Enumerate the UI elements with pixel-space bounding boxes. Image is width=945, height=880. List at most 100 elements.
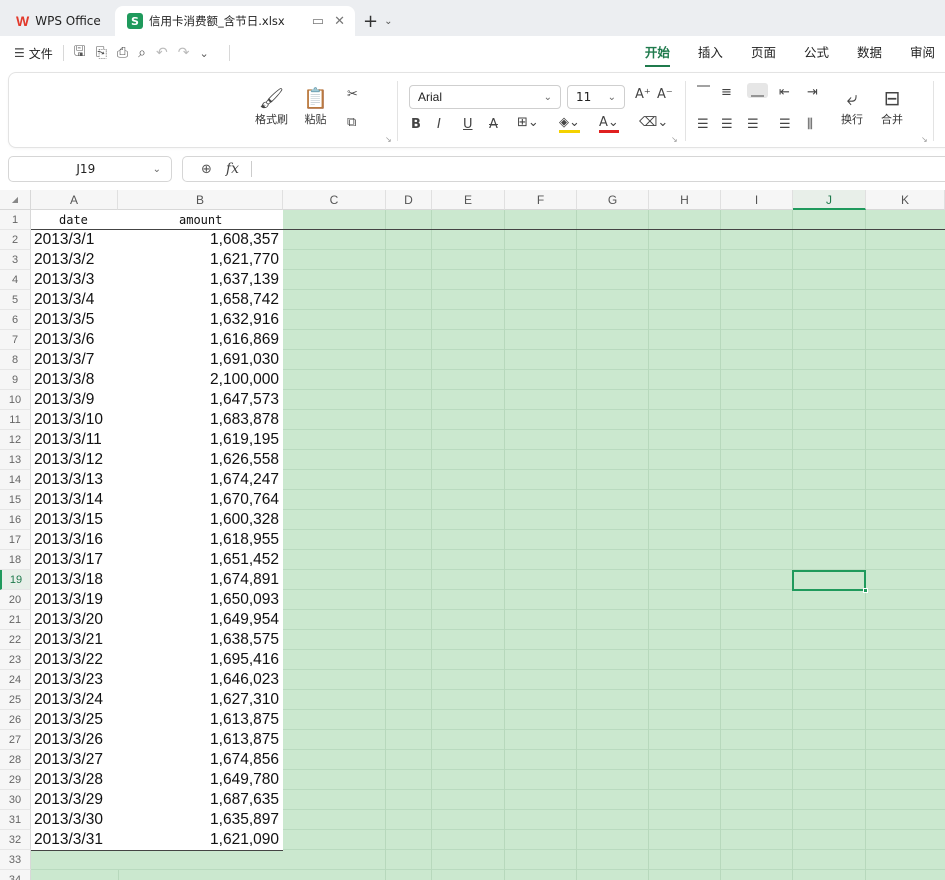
decrease-indent-icon[interactable]: ⇤ [779,85,790,100]
name-box[interactable]: J19 ⌄ [8,156,172,182]
date-cell[interactable]: 2013/3/3 [34,271,94,289]
active-cell-selection[interactable] [792,570,868,593]
table-row[interactable]: 2013/3/14 1,670,764 [31,490,283,510]
row-header-20[interactable]: 20 [0,590,31,610]
table-row[interactable]: 2013/3/30 1,635,897 [31,810,283,830]
date-cell[interactable]: 2013/3/8 [34,371,94,389]
date-cell[interactable]: 2013/3/1 [34,231,94,249]
row-header-6[interactable]: 6 [0,310,31,330]
row-header-19[interactable]: 19 [0,570,31,590]
spreadsheet-grid[interactable]: ◢ ABCDEFGHIJK 1 2 3 4 5 6 7 8 9 10 11 12 13 14 15 16 17 1… [0,190,945,880]
align-top-icon[interactable]: ⎺ [697,85,710,100]
format-painter-button[interactable]: 🖌 格式刷 [255,85,288,127]
row-header-28[interactable]: 28 [0,750,31,770]
row-header-34[interactable]: 34 [0,870,31,880]
justify-icon[interactable]: ☰ [779,117,791,132]
date-cell[interactable]: 2013/3/23 [34,671,103,689]
date-cell[interactable]: 2013/3/6 [34,331,94,349]
table-row[interactable]: 2013/3/1 1,608,357 [31,230,283,250]
font-color-icon[interactable]: A⌄ [599,115,619,133]
bold-icon[interactable]: B [411,117,421,132]
amount-cell[interactable]: 1,635,897 [210,811,279,829]
table-row[interactable]: 2013/3/13 1,674,247 [31,470,283,490]
amount-cell[interactable]: 1,637,139 [210,271,279,289]
zoom-icon[interactable]: ⊕ [201,162,212,177]
date-cell[interactable]: 2013/3/7 [34,351,94,369]
cut-icon[interactable]: ✂ [347,87,358,102]
table-row[interactable]: 2013/3/29 1,687,635 [31,790,283,810]
row-header-12[interactable]: 12 [0,430,31,450]
row-header-17[interactable]: 17 [0,530,31,550]
amount-cell[interactable]: 1,670,764 [210,491,279,509]
table-row[interactable]: 2013/3/3 1,637,139 [31,270,283,290]
amount-cell[interactable]: 1,621,090 [210,831,279,849]
table-row[interactable]: 2013/3/11 1,619,195 [31,430,283,450]
amount-cell[interactable]: 1,600,328 [210,511,279,529]
date-cell[interactable]: 2013/3/19 [34,591,103,609]
tab-page[interactable]: 页面 [751,36,776,70]
date-cell[interactable]: 2013/3/18 [34,571,103,589]
column-header-e[interactable]: E [432,190,505,210]
align-left-icon[interactable]: ☰ [697,117,709,132]
amount-cell[interactable]: 1,651,452 [210,551,279,569]
amount-cell[interactable]: 1,683,878 [210,411,279,429]
chevron-down-icon[interactable]: ⌄ [384,16,392,27]
table-row[interactable]: 2013/3/25 1,613,875 [31,710,283,730]
row-header-31[interactable]: 31 [0,810,31,830]
row-header-18[interactable]: 18 [0,550,31,570]
table-row[interactable]: 2013/3/10 1,683,878 [31,410,283,430]
amount-cell[interactable]: 1,687,635 [210,791,279,809]
amount-cell[interactable]: 2,100,000 [210,371,279,389]
amount-cell[interactable]: 1,613,875 [210,731,279,749]
row-header-30[interactable]: 30 [0,790,31,810]
tab-data[interactable]: 数据 [857,36,882,70]
tab-home[interactable]: 开始 [644,36,670,70]
column-header-a[interactable]: A [31,190,118,210]
row-header-14[interactable]: 14 [0,470,31,490]
row-header-5[interactable]: 5 [0,290,31,310]
table-row[interactable]: 2013/3/19 1,650,093 [31,590,283,610]
column-header-d[interactable]: D [386,190,432,210]
table-row[interactable]: 2013/3/8 2,100,000 [31,370,283,390]
column-header-i[interactable]: I [721,190,793,210]
undo-icon[interactable]: ↶ [156,45,168,61]
increase-indent-icon[interactable]: ⇥ [807,85,818,100]
close-tab-icon[interactable]: ✕ [334,14,345,29]
amount-cell[interactable]: 1,646,023 [210,671,279,689]
align-right-icon[interactable]: ☰ [747,117,759,132]
merge-button[interactable]: ⊟ 合并 [881,85,903,127]
tab-formulas[interactable]: 公式 [804,36,829,70]
row-header-23[interactable]: 23 [0,650,31,670]
date-cell[interactable]: 2013/3/28 [34,771,103,789]
chevron-down-icon[interactable]: ⌄ [153,164,161,175]
table-row[interactable]: 2013/3/28 1,649,780 [31,770,283,790]
row-header-1[interactable]: 1 [0,210,31,230]
clear-format-icon[interactable]: ⌫⌄ [639,115,668,130]
amount-cell[interactable]: 1,619,195 [210,431,279,449]
row-header-7[interactable]: 7 [0,330,31,350]
row-header-29[interactable]: 29 [0,770,31,790]
alignment-expand-icon[interactable]: ↘ [921,135,928,144]
table-row[interactable]: 2013/3/21 1,638,575 [31,630,283,650]
table-header-row[interactable]: date amount [31,210,283,230]
font-name-select[interactable]: Arial ⌄ [409,85,561,109]
amount-cell[interactable]: 1,618,955 [210,531,279,549]
amount-cell[interactable]: 1,613,875 [210,711,279,729]
table-row[interactable]: 2013/3/31 1,621,090 [31,830,283,850]
amount-cell[interactable]: 1,691,030 [210,351,279,369]
date-cell[interactable]: 2013/3/17 [34,551,103,569]
column-header-j[interactable]: J [793,190,866,210]
table-row[interactable]: 2013/3/24 1,627,310 [31,690,283,710]
amount-cell[interactable]: 1,608,357 [210,231,279,249]
row-header-13[interactable]: 13 [0,450,31,470]
copy-icon[interactable]: ⧉ [347,115,356,130]
formula-input[interactable]: ⊕ fx [182,156,945,182]
document-tab[interactable]: S 信用卡消费额_含节日.xlsx ▭ ✕ [115,6,355,36]
paste-button[interactable]: 📋 粘贴 [303,85,328,127]
row-header-10[interactable]: 10 [0,390,31,410]
date-cell[interactable]: 2013/3/27 [34,751,103,769]
wrap-text-button[interactable]: ⤶ 换行 [841,85,863,127]
strikethrough-icon[interactable]: A [489,117,498,132]
fill-handle[interactable] [863,588,868,593]
amount-cell[interactable]: 1,649,780 [210,771,279,789]
